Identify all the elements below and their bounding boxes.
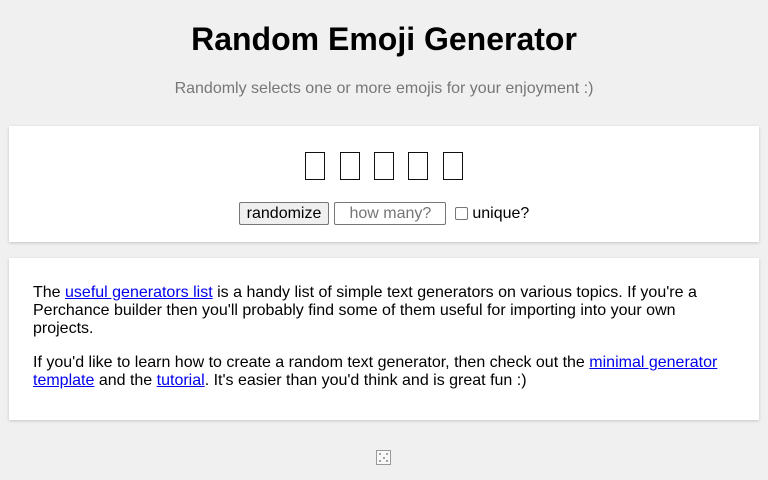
output-card: randomize unique? — [9, 126, 759, 242]
unique-checkbox[interactable] — [455, 207, 469, 220]
useful-generators-link[interactable]: useful generators list — [65, 284, 213, 301]
info-card: The useful generators list is a handy li… — [9, 258, 759, 420]
info-paragraph-1: The useful generators list is a handy li… — [33, 284, 735, 338]
unique-label: unique? — [472, 204, 530, 222]
emoji-glyph — [305, 152, 326, 181]
randomize-button[interactable]: randomize — [238, 202, 330, 225]
info-text: The — [33, 284, 66, 301]
info-paragraph-2: If you'd like to learn how to create a r… — [33, 354, 735, 390]
tutorial-link[interactable]: tutorial — [157, 372, 205, 389]
controls-row: randomize unique? — [9, 202, 759, 225]
emoji-output — [9, 142, 759, 186]
page-title: Random Emoji Generator — [191, 21, 577, 57]
emoji-glyph — [442, 152, 463, 181]
info-text: If you'd like to learn how to create a r… — [33, 354, 590, 371]
emoji-glyph — [374, 152, 394, 181]
how-many-input[interactable] — [334, 202, 447, 225]
dice-icon[interactable] — [376, 450, 391, 465]
info-text: . It's easier than you'd think and is gr… — [204, 372, 527, 389]
emoji-glyph — [408, 152, 429, 181]
page-subtitle: Randomly selects one or more emojis for … — [174, 80, 594, 97]
emoji-glyph — [339, 152, 360, 181]
info-text: and the — [94, 372, 157, 389]
